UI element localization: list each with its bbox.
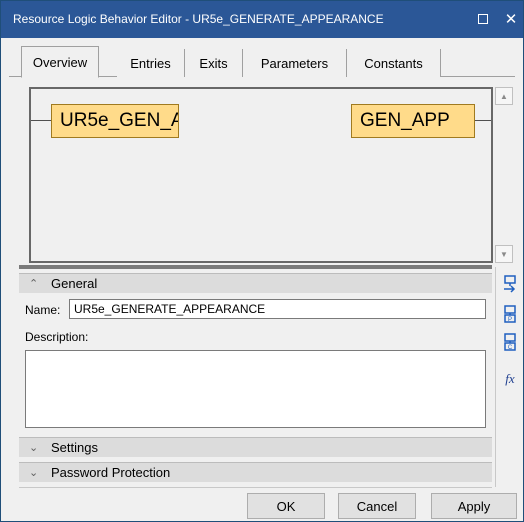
scroll-up-icon[interactable]: ▲ — [495, 87, 513, 105]
settings-label: Settings — [51, 440, 98, 455]
close-icon[interactable]: ✕ — [501, 9, 521, 29]
name-field[interactable] — [69, 299, 486, 319]
scroll-down-icon[interactable]: ▼ — [495, 245, 513, 263]
description-field[interactable] — [25, 350, 486, 428]
logic-canvas[interactable]: UR5e_GEN_A GEN_APP — [29, 87, 493, 263]
tab-constants[interactable]: Constants — [347, 49, 441, 77]
tab-overview[interactable]: Overview — [21, 46, 99, 78]
chevron-up-icon: ⌃ — [29, 278, 39, 290]
parameter-icon[interactable]: P — [500, 303, 520, 325]
panel-splitter[interactable] — [19, 265, 492, 269]
exit-node[interactable]: GEN_APP — [351, 104, 475, 138]
svg-text:C: C — [508, 345, 513, 351]
general-label: General — [51, 276, 98, 291]
entry-connector — [31, 120, 51, 121]
svg-text:P: P — [508, 317, 512, 323]
settings-section-header[interactable]: ⌄ Settings — [19, 437, 492, 457]
entry-node[interactable]: UR5e_GEN_A — [51, 104, 179, 138]
canvas-scrollbar[interactable]: ▲ ▼ — [495, 87, 513, 263]
exit-connector — [475, 120, 491, 121]
window-title: Resource Logic Behavior Editor - UR5e_GE… — [13, 12, 384, 26]
side-toolbar: P C fx — [495, 267, 521, 487]
editor-window: Resource Logic Behavior Editor - UR5e_GE… — [0, 0, 524, 522]
general-section-header[interactable]: ⌃ General — [19, 273, 492, 293]
description-label: Description: — [25, 330, 89, 344]
apply-button[interactable]: Apply — [431, 493, 517, 519]
chevron-down-icon: ⌄ — [29, 442, 39, 454]
name-label: Name: — [25, 303, 61, 317]
constant-icon[interactable]: C — [500, 331, 520, 353]
tab-exits[interactable]: Exits — [185, 49, 243, 77]
tab-bar: Overview Entries Exits Parameters Consta… — [9, 43, 515, 78]
maximize-icon[interactable] — [473, 9, 493, 29]
ok-button[interactable]: OK — [247, 493, 325, 519]
tab-entries[interactable]: Entries — [117, 49, 185, 77]
bottom-separator — [19, 487, 492, 488]
entry-icon[interactable] — [500, 273, 520, 295]
function-icon[interactable]: fx — [500, 367, 520, 389]
password-section-header[interactable]: ⌄ Password Protection — [19, 462, 492, 482]
svg-text:fx: fx — [505, 371, 515, 386]
tab-parameters[interactable]: Parameters — [243, 49, 347, 77]
password-label: Password Protection — [51, 465, 171, 480]
cancel-button[interactable]: Cancel — [338, 493, 416, 519]
title-bar[interactable]: Resource Logic Behavior Editor - UR5e_GE… — [1, 1, 523, 38]
chevron-down-icon: ⌄ — [29, 467, 39, 479]
